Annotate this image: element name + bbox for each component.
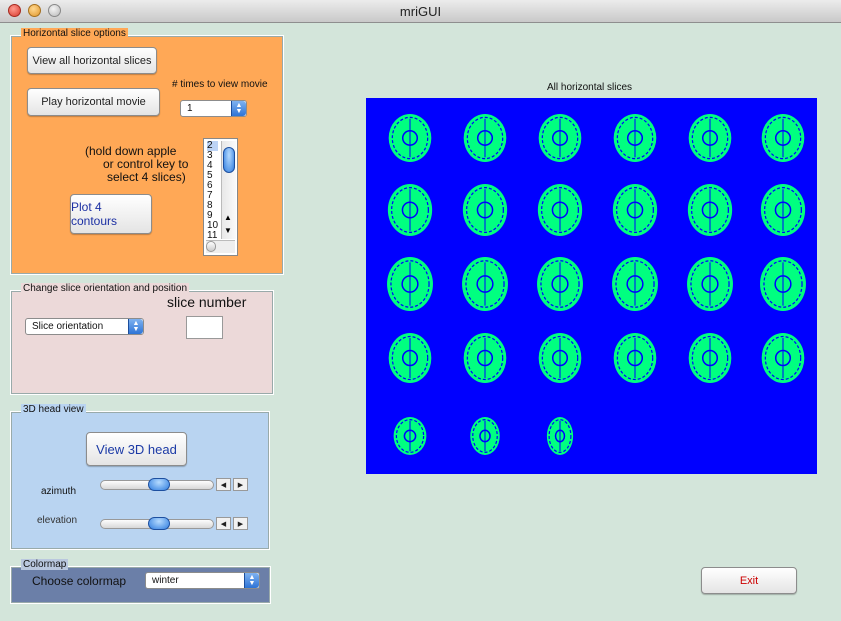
brain-slice-17	[687, 257, 733, 311]
slice-list: 2 3 4 5 6 7 8 9 10 11	[207, 141, 219, 241]
colormap-panel-title: Colormap	[21, 559, 69, 570]
slice-number-label: slice number	[167, 294, 247, 310]
elevation-slider[interactable]: ◀ ▶	[100, 517, 248, 531]
brain-slice-16	[612, 257, 658, 311]
elevation-slider-thumb[interactable]	[148, 517, 170, 530]
slices-montage	[387, 114, 806, 455]
hint-line-2: or control key to	[103, 157, 189, 171]
brain-slice-27	[546, 417, 574, 455]
window-title: mriGUI	[399, 4, 442, 19]
horizontal-slice-panel-title: Horizontal slice options	[21, 28, 128, 39]
slider-left-arrow-icon[interactable]: ◀	[216, 517, 231, 530]
azimuth-slider[interactable]: ◀ ▶	[100, 478, 248, 492]
elevation-label: elevation	[37, 515, 78, 526]
brain-slice-23	[688, 333, 732, 383]
slice-number-input[interactable]	[186, 316, 223, 339]
brain-slice-9	[537, 184, 583, 236]
brain-slice-15	[537, 257, 583, 311]
slice-listbox[interactable]: 2 3 4 5 6 7 8 9 10 11 ▲ ▼	[203, 138, 238, 256]
choose-colormap-label: Choose colormap	[32, 574, 127, 588]
brain-slice-2	[463, 114, 507, 162]
view-3d-head-button[interactable]: View 3D head	[86, 432, 187, 466]
slice-orientation-panel-title: Change slice orientation and position	[21, 283, 189, 294]
brain-slice-24	[761, 333, 805, 383]
brain-slice-20	[463, 333, 507, 383]
image-title: All horizontal slices	[547, 82, 633, 93]
slider-right-arrow-icon[interactable]: ▶	[233, 517, 248, 530]
hint-line-3: select 4 slices)	[107, 170, 186, 184]
scroll-up-icon[interactable]: ▲	[224, 213, 232, 222]
plot-4-contours-button[interactable]: Plot 4 contours	[70, 194, 152, 234]
times-to-view-movie-select[interactable]: 1 ▲ ▼	[180, 100, 247, 117]
slider-left-arrow-icon[interactable]: ◀	[216, 478, 231, 491]
brain-slice-25	[393, 417, 427, 455]
scroll-down-icon[interactable]: ▼	[224, 226, 232, 235]
hint-line-1: (hold down apple	[85, 144, 177, 158]
brain-slice-4	[613, 114, 657, 162]
listbox-horizontal-scrollbar[interactable]	[206, 240, 235, 253]
colormap-value: winter	[152, 575, 179, 586]
listbox-vertical-scrollbar[interactable]: ▲ ▼	[221, 141, 236, 239]
listbox-scroll-thumb[interactable]	[223, 147, 235, 173]
slices-image	[366, 98, 817, 474]
brain-slice-3	[538, 114, 582, 162]
exit-button[interactable]: Exit	[701, 567, 797, 594]
brain-slice-10	[612, 184, 658, 236]
slice-orientation-value: Slice orientation	[32, 321, 104, 332]
times-to-view-movie-label: # times to view movie	[172, 79, 268, 90]
brain-slice-26	[470, 417, 500, 455]
head-view-panel-title: 3D head view	[21, 404, 86, 415]
brain-slice-22	[613, 333, 657, 383]
slice-orientation-select[interactable]: Slice orientation ▲ ▼	[25, 318, 144, 335]
view-all-horizontal-slices-button[interactable]: View all horizontal slices	[27, 47, 157, 74]
play-horizontal-movie-button[interactable]: Play horizontal movie	[27, 88, 160, 116]
brain-slice-7	[387, 184, 433, 236]
brain-slice-14	[462, 257, 508, 311]
brain-slice-12	[760, 184, 806, 236]
azimuth-slider-thumb[interactable]	[148, 478, 170, 491]
brain-slice-11	[687, 184, 733, 236]
brain-slice-6	[761, 114, 805, 162]
times-to-view-movie-value: 1	[187, 103, 193, 114]
slider-right-arrow-icon[interactable]: ▶	[233, 478, 248, 491]
select-arrows-icon: ▲ ▼	[128, 319, 143, 334]
brain-slice-1	[388, 114, 432, 162]
colormap-select[interactable]: winter ▲ ▼	[145, 572, 260, 589]
brain-slice-19	[388, 333, 432, 383]
brain-slice-5	[688, 114, 732, 162]
brain-slice-21	[538, 333, 582, 383]
listbox-hscroll-thumb[interactable]	[206, 241, 216, 252]
select-arrows-icon: ▲ ▼	[244, 573, 259, 588]
select-arrows-icon: ▲ ▼	[231, 101, 246, 116]
azimuth-label: azimuth	[41, 486, 77, 497]
brain-slice-18	[760, 257, 806, 311]
brain-slice-8	[462, 184, 508, 236]
title-bar: mriGUI	[0, 0, 841, 23]
brain-slice-13	[387, 257, 433, 311]
